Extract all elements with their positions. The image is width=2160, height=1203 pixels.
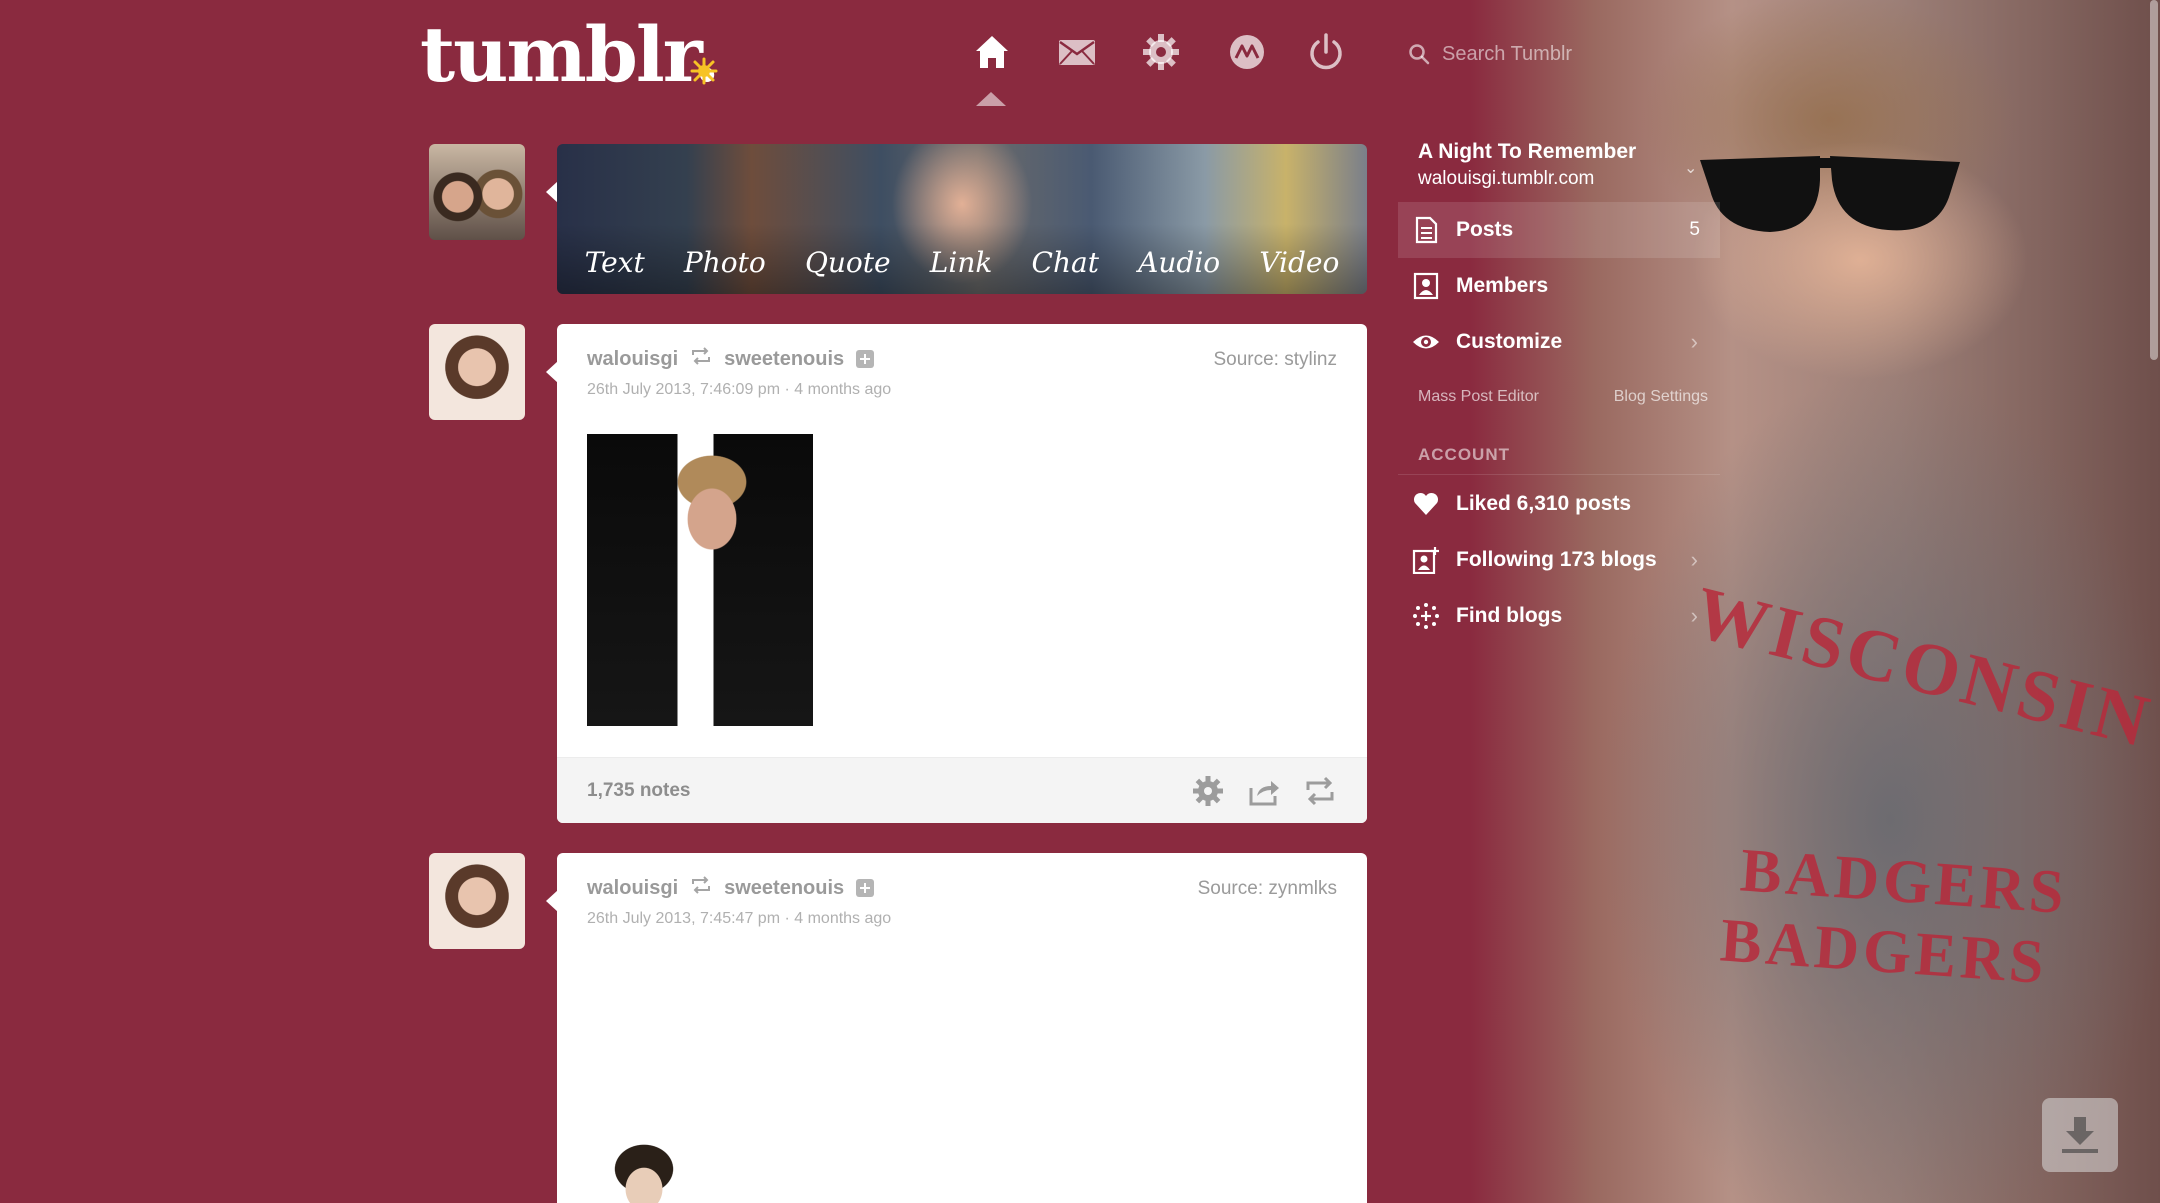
logo-star-icon (690, 57, 718, 85)
post-type-chat[interactable]: Chat (1032, 246, 1099, 290)
post-settings-gear-icon[interactable] (1191, 774, 1225, 808)
post-type-quote[interactable]: Quote (805, 246, 891, 290)
download-button[interactable] (2042, 1098, 2118, 1172)
post-type-video[interactable]: Video (1259, 246, 1339, 290)
post-author-link[interactable]: walouisgi (587, 348, 678, 371)
user-avatar[interactable] (429, 144, 525, 240)
sunglasses-graphic (1700, 156, 1960, 232)
post-avatar[interactable] (429, 853, 525, 949)
reblog-icon (690, 346, 712, 372)
follow-plus-icon[interactable] (856, 879, 875, 897)
post-footer: 1,735 notes (557, 757, 1367, 823)
posts-count: 5 (1689, 219, 1700, 240)
reblog-button-icon[interactable] (1303, 774, 1337, 808)
chevron-right-icon: › (1690, 547, 1698, 572)
search-input[interactable] (1442, 42, 1622, 66)
following-icon (1412, 547, 1439, 574)
post-composer: Text Photo Quote Link Chat Audio Video (557, 144, 1367, 294)
share-icon[interactable] (1247, 774, 1281, 808)
heart-icon (1413, 492, 1439, 515)
blog-title[interactable]: A Night To Remember (1418, 140, 1636, 164)
post-header: walouisgi sweetenouis 26th July 2013, 7:… (557, 324, 1367, 434)
eye-icon (1413, 335, 1439, 349)
sidebar-item-liked[interactable]: Liked 6,310 posts (1398, 476, 1720, 532)
post-avatar[interactable] (429, 324, 525, 420)
reblog-source-link[interactable]: sweetenouis (724, 877, 844, 900)
mail-icon[interactable] (1057, 32, 1097, 72)
post-type-text[interactable]: Text (585, 246, 645, 290)
account-heading: ACCOUNT (1418, 445, 1510, 464)
sidebar-item-posts[interactable]: Posts 5 (1398, 202, 1720, 258)
sidebar-item-label: Following 173 blogs (1456, 548, 1657, 571)
sidebar-item-label: Customize (1456, 330, 1563, 353)
power-icon[interactable] (1306, 32, 1346, 72)
posts-icon (1415, 216, 1438, 244)
scrollbar-thumb[interactable] (2150, 0, 2158, 360)
post-date[interactable]: 26th July 2013, 7:46:09 pm · 4 months ag… (587, 381, 891, 399)
reblog-icon (690, 875, 712, 901)
download-arrow-icon (2062, 1117, 2098, 1153)
sidebar-item-members[interactable]: Members (1398, 258, 1720, 314)
tumblr-logo[interactable]: tumblr. (420, 10, 720, 99)
post-card: walouisgi sweetenouis 26th July 2013, 7:… (557, 853, 1367, 1203)
post-photo[interactable] (587, 434, 813, 726)
post-author-link[interactable]: walouisgi (587, 877, 678, 900)
chevron-right-icon: › (1690, 603, 1698, 628)
follow-plus-icon[interactable] (856, 350, 875, 368)
post-type-audio[interactable]: Audio (1138, 246, 1220, 290)
sidebar-item-label: Find blogs (1456, 604, 1563, 627)
mass-post-editor-link[interactable]: Mass Post Editor (1418, 388, 1539, 406)
reblog-source-link[interactable]: sweetenouis (724, 348, 844, 371)
post-card: walouisgi sweetenouis 26th July 2013, 7:… (557, 324, 1367, 823)
post-users: walouisgi sweetenouis (587, 346, 875, 372)
find-blogs-icon (1413, 603, 1439, 629)
post-actions (1191, 774, 1337, 808)
post-source[interactable]: Source: zynmlks (1198, 878, 1337, 900)
post-photo-partial[interactable] (607, 1141, 681, 1203)
blog-switch-chevron-icon[interactable]: ⌄ (1684, 158, 1697, 178)
sidebar-item-label: Members (1456, 274, 1549, 297)
sidebar-item-label: Liked 6,310 posts (1456, 492, 1632, 515)
divider (1398, 474, 1720, 475)
search-bar[interactable] (1408, 36, 1628, 72)
post-type-link[interactable]: Link (930, 246, 993, 290)
shirt-text-line-1: WISCONSIN (1686, 571, 2160, 765)
notes-count[interactable]: 1,735 notes (587, 780, 691, 802)
active-nav-caret (976, 92, 1006, 106)
post-type-bar: Text Photo Quote Link Chat Audio Video (557, 246, 1367, 290)
blog-settings-link[interactable]: Blog Settings (1614, 388, 1708, 406)
sidebar-item-following[interactable]: Following 173 blogs › (1398, 532, 1720, 588)
post-source[interactable]: Source: stylinz (1213, 349, 1337, 371)
post-users: walouisgi sweetenouis (587, 875, 875, 901)
post-type-photo[interactable]: Photo (684, 246, 766, 290)
blog-tools-links: Mass Post Editor Blog Settings (1418, 388, 1708, 406)
search-icon (1409, 44, 1430, 65)
post-header: walouisgi sweetenouis 26th July 2013, 7:… (557, 853, 1367, 963)
gear-icon[interactable] (1141, 32, 1181, 72)
sidebar-item-label: Posts (1456, 218, 1514, 241)
home-icon[interactable] (972, 32, 1012, 72)
members-icon (1413, 272, 1439, 300)
sidebar-item-find-blogs[interactable]: Find blogs › (1398, 588, 1720, 644)
blog-url[interactable]: walouisgi.tumblr.com (1418, 168, 1594, 190)
sidebar-item-customize[interactable]: Customize › (1398, 314, 1720, 370)
chevron-right-icon: › (1690, 329, 1698, 354)
post-date[interactable]: 26th July 2013, 7:45:47 pm · 4 months ag… (587, 910, 891, 928)
activity-icon[interactable] (1227, 32, 1267, 72)
